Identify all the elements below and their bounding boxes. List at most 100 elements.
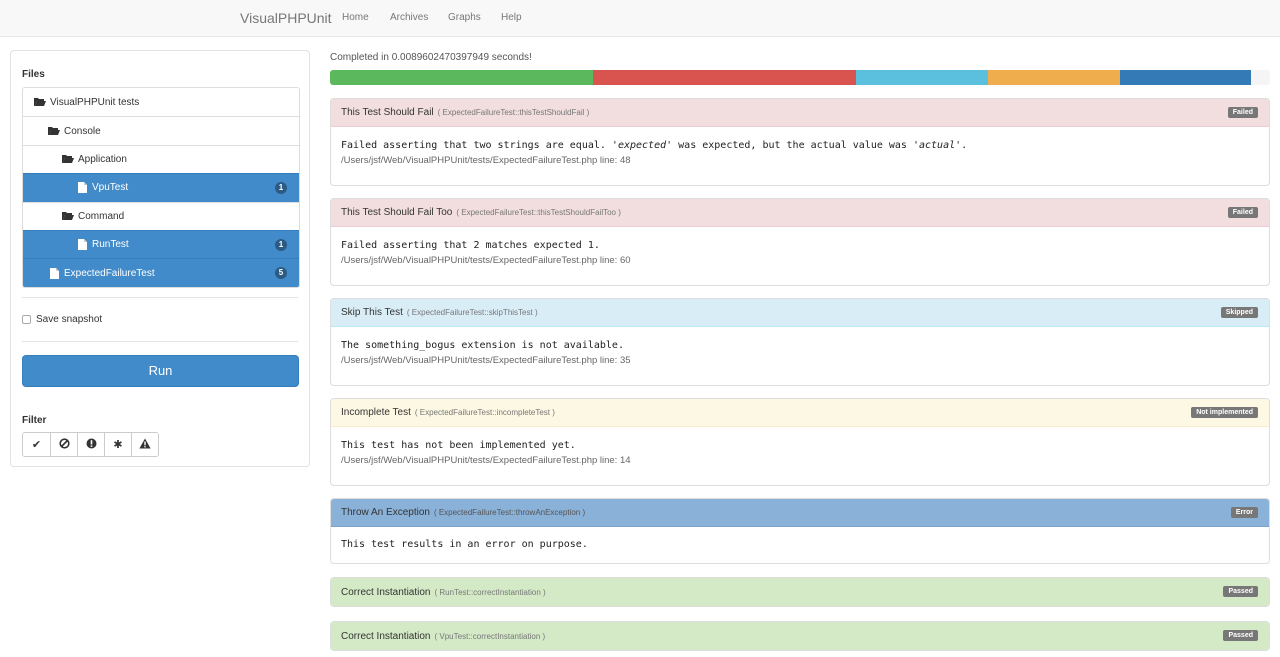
navbar: VisualPHPUnit Home Archives Graphs Help — [0, 0, 1280, 37]
nav-home-link[interactable]: Home — [342, 12, 369, 23]
test-result-header[interactable]: This Test Should Fail ( ExpectedFailureT… — [331, 99, 1269, 127]
test-name: Correct Instantiation — [341, 630, 431, 642]
tree-item-application[interactable]: Application — [23, 144, 299, 173]
progress-segment-passed — [330, 70, 594, 85]
tree-item-expectedfailuretest[interactable]: ExpectedFailureTest 5 — [23, 258, 299, 287]
warning-icon — [139, 438, 151, 452]
test-name: This Test Should Fail — [341, 107, 434, 118]
status-badge: Failed — [1227, 207, 1258, 218]
test-result-header[interactable]: Skip This Test ( ExpectedFailureTest::sk… — [331, 299, 1269, 327]
test-count-badge: 1 — [275, 238, 287, 251]
tree-item-command[interactable]: Command — [23, 201, 299, 230]
exclamation-circle-icon — [86, 438, 97, 452]
test-result-panel: Skip This Test ( ExpectedFailureTest::sk… — [330, 298, 1270, 386]
nav-graphs-link[interactable]: Graphs — [448, 12, 481, 23]
tree-item-console[interactable]: Console — [23, 116, 299, 144]
test-name: Skip This Test — [341, 307, 403, 318]
sidebar: Files VisualPHPUnit tests Console Applic… — [10, 50, 310, 467]
test-name: This Test Should Fail Too — [341, 207, 453, 218]
file-icon — [75, 239, 89, 251]
folder-open-icon — [47, 126, 61, 136]
status-badge: Passed — [1223, 586, 1258, 597]
folder-open-icon — [61, 154, 75, 164]
test-location: /Users/jsf/Web/VisualPHPUnit/tests/Expec… — [341, 455, 631, 466]
save-snapshot-option[interactable]: Save snapshot — [22, 314, 102, 325]
test-result-panel: Incomplete Test ( ExpectedFailureTest::i… — [330, 398, 1270, 486]
nav-help-link[interactable]: Help — [501, 12, 522, 23]
test-result-body: This test has not been implemented yet. … — [331, 427, 1269, 466]
test-count-badge: 1 — [275, 182, 287, 195]
test-result-header[interactable]: This Test Should Fail Too ( ExpectedFail… — [331, 199, 1269, 227]
tree-item-label: ExpectedFailureTest — [64, 267, 155, 279]
test-method: ( ExpectedFailureTest::throwAnException … — [433, 508, 586, 517]
test-result-header[interactable]: Throw An Exception ( ExpectedFailureTest… — [331, 499, 1269, 527]
test-result-body: Failed asserting that 2 matches expected… — [331, 227, 1269, 266]
test-name: Correct Instantiation — [341, 586, 431, 598]
test-result-body: This test results in an error on purpose… — [331, 527, 1269, 550]
progress-segment-incomplete — [987, 70, 1120, 85]
asterisk-icon: ✱ — [113, 439, 123, 451]
save-snapshot-label: Save snapshot — [36, 314, 103, 325]
tree-item-label: RunTest — [92, 239, 129, 251]
nav-archives-link[interactable]: Archives — [390, 12, 428, 23]
progress-segment-skipped — [856, 70, 988, 85]
ban-icon — [58, 437, 70, 452]
progress-segment-error — [1119, 70, 1252, 85]
test-result-body: The something_bogus extension is not ava… — [331, 327, 1269, 366]
brand-link[interactable]: VisualPHPUnit — [240, 10, 332, 26]
file-tree: VisualPHPUnit tests Console Application … — [22, 87, 300, 288]
tree-item-label: VisualPHPUnit tests — [50, 96, 140, 108]
folder-open-icon — [61, 211, 75, 221]
test-name: Incomplete Test — [341, 407, 411, 418]
tree-item-label: Application — [78, 153, 127, 165]
status-badge: Not implemented — [1191, 407, 1258, 418]
filter-failed-button[interactable] — [131, 433, 158, 456]
results-progress-bar — [330, 70, 1270, 85]
tree-item-label: Command — [78, 210, 125, 222]
test-result-header[interactable]: Incomplete Test ( ExpectedFailureTest::i… — [331, 399, 1269, 427]
tree-item-runtest[interactable]: RunTest 1 — [23, 229, 299, 259]
filter-error-button[interactable] — [77, 433, 104, 456]
test-location: /Users/jsf/Web/VisualPHPUnit/tests/Expec… — [341, 355, 631, 366]
test-result-header[interactable]: Correct Instantiation ( VpuTest::correct… — [331, 622, 1269, 650]
test-method: ( VpuTest::correctInstantiation ) — [434, 631, 546, 641]
test-message: Failed asserting that 2 matches expected… — [341, 240, 600, 251]
test-location: /Users/jsf/Web/VisualPHPUnit/tests/Expec… — [341, 155, 631, 166]
run-button[interactable]: Run — [22, 355, 299, 387]
test-result-panel: This Test Should Fail Too ( ExpectedFail… — [330, 198, 1270, 286]
filter-incomplete-button[interactable]: ✱ — [104, 433, 131, 456]
test-name: Throw An Exception — [341, 507, 430, 518]
folder-open-icon — [33, 97, 47, 107]
test-result-body: Failed asserting that two strings are eq… — [331, 127, 1269, 166]
file-icon — [75, 182, 89, 194]
tree-item-vputest[interactable]: VpuTest 1 — [23, 173, 299, 202]
test-method: ( ExpectedFailureTest::skipThisTest ) — [406, 308, 538, 317]
save-snapshot-checkbox[interactable] — [22, 315, 31, 324]
tree-item-label: VpuTest — [92, 182, 129, 194]
test-method: ( RunTest::correctInstantiation ) — [434, 587, 546, 597]
filter-passed-button[interactable]: ✔ — [23, 433, 50, 456]
test-location: /Users/jsf/Web/VisualPHPUnit/tests/Expec… — [341, 255, 631, 266]
test-result-panel: Throw An Exception ( ExpectedFailureTest… — [330, 498, 1270, 564]
status-badge: Error — [1230, 507, 1258, 518]
completed-message: Completed in 0.0089602470397949 seconds! — [330, 52, 532, 63]
tree-item-label: Console — [64, 125, 101, 137]
tree-item-visualphpunit-tests[interactable]: VisualPHPUnit tests — [23, 88, 299, 116]
test-result-panel: Correct Instantiation ( RunTest::correct… — [330, 577, 1270, 607]
status-badge: Passed — [1223, 630, 1258, 641]
test-method: ( ExpectedFailureTest::thisTestShouldFai… — [437, 108, 590, 117]
filter-skipped-button[interactable] — [50, 433, 77, 456]
divider — [22, 341, 298, 342]
files-heading: Files — [22, 69, 45, 80]
file-icon — [47, 267, 61, 279]
filter-heading: Filter — [22, 415, 47, 426]
test-result-panel: This Test Should Fail ( ExpectedFailureT… — [330, 98, 1270, 186]
status-badge: Skipped — [1220, 307, 1258, 318]
test-method: ( ExpectedFailureTest::incompleteTest ) — [414, 408, 555, 417]
test-count-badge: 5 — [275, 267, 287, 280]
test-result-header[interactable]: Correct Instantiation ( RunTest::correct… — [331, 578, 1269, 606]
test-result-panel: Correct Instantiation ( VpuTest::correct… — [330, 621, 1270, 651]
progress-segment-failed — [593, 70, 857, 85]
filter-button-group: ✔ ✱ — [22, 432, 159, 457]
status-badge: Failed — [1227, 107, 1258, 118]
